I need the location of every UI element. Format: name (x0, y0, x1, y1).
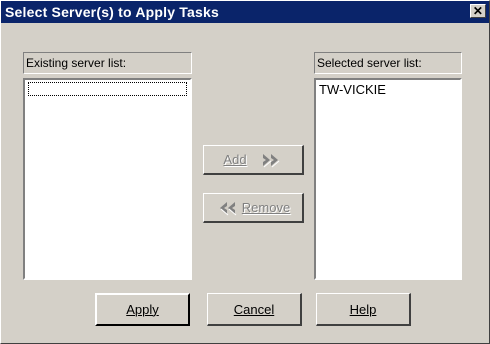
selected-server-list[interactable]: TW-VICKIE (314, 78, 462, 280)
title-bar[interactable]: Select Server(s) to Apply Tasks ✕ (1, 1, 489, 23)
remove-button[interactable]: Remove (203, 193, 304, 223)
existing-server-list-label: Existing server list: (23, 52, 192, 74)
help-button[interactable]: Help (316, 293, 411, 326)
double-arrow-right-icon (262, 153, 279, 167)
close-button[interactable]: ✕ (470, 4, 486, 18)
window-title: Select Server(s) to Apply Tasks (5, 4, 219, 20)
add-button[interactable]: Add (203, 145, 304, 175)
apply-button[interactable]: Apply (95, 293, 190, 326)
dialog-window: Select Server(s) to Apply Tasks ✕ Existi… (0, 0, 490, 344)
close-icon: ✕ (472, 4, 484, 18)
add-button-label: Add (223, 152, 247, 167)
existing-server-list[interactable] (23, 78, 192, 280)
selected-server-list-label: Selected server list: (314, 52, 462, 74)
list-focus-rect (28, 82, 187, 96)
double-arrow-left-icon (219, 201, 237, 215)
remove-button-label: Remove (241, 200, 291, 215)
cancel-button[interactable]: Cancel (207, 293, 302, 326)
list-item[interactable]: TW-VICKIE (316, 80, 460, 97)
